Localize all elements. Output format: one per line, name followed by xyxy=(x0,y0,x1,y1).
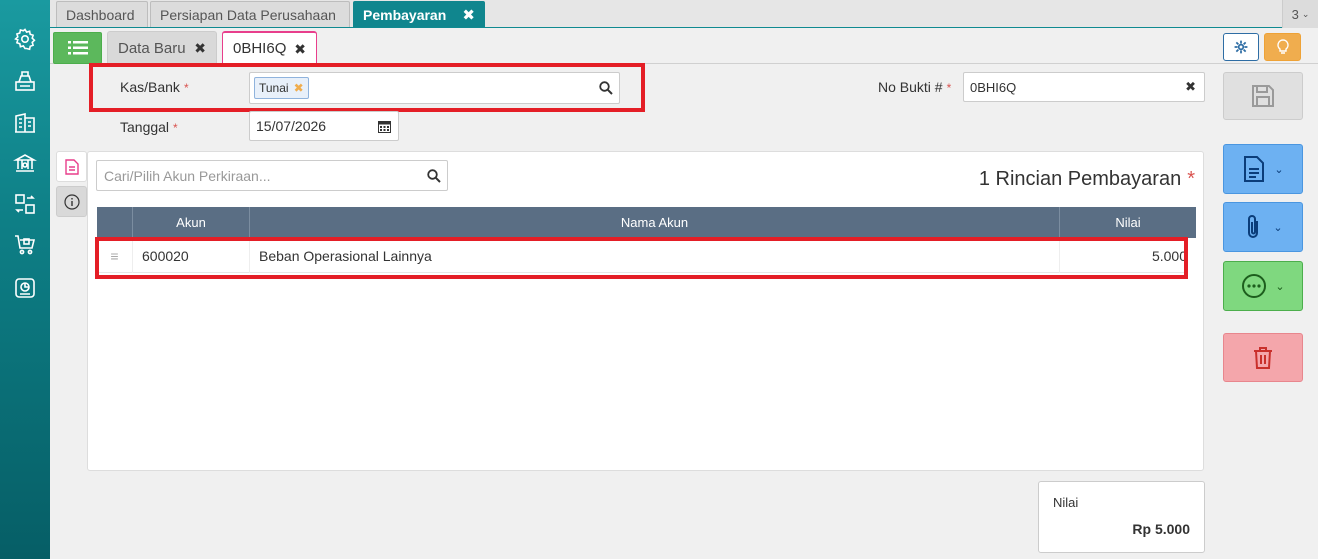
settings-icon[interactable] xyxy=(12,26,38,52)
required-mark: * xyxy=(946,81,952,95)
calendar-icon[interactable] xyxy=(378,120,391,133)
info-icon xyxy=(63,193,80,210)
bank-icon[interactable] xyxy=(12,150,38,176)
summary-value: Rp 5.000 xyxy=(1132,521,1190,537)
required-mark: * xyxy=(1187,168,1195,190)
chevron-down-icon: ⌄ xyxy=(1301,8,1310,19)
document-icon xyxy=(1244,156,1265,182)
tanggal-input[interactable]: 15/07/2026 xyxy=(249,111,399,141)
building-icon[interactable] xyxy=(12,110,38,136)
handle-column-header xyxy=(97,207,133,238)
cashier-icon[interactable] xyxy=(12,68,38,94)
sub-tab-bar: Data Baru ✖ 0BHI6Q ✖ xyxy=(50,28,1318,64)
chevron-down-icon: ⌄ xyxy=(1274,163,1284,176)
close-icon[interactable]: ✖ xyxy=(462,6,475,24)
paperclip-icon xyxy=(1248,215,1259,238)
main-content: Data Baru ✖ 0BHI6Q ✖ Kas/Bank * Tunai ✖ T… xyxy=(50,28,1318,559)
search-placeholder: Cari/Pilih Akun Perkiraan... xyxy=(104,167,271,184)
column-header-akun[interactable]: Akun xyxy=(133,207,250,238)
column-header-nilai[interactable]: Nilai xyxy=(1060,207,1196,238)
tab-counter-dropdown[interactable]: 3 ⌄ xyxy=(1282,0,1318,28)
tab-data-baru[interactable]: Data Baru ✖ xyxy=(107,31,217,64)
search-icon[interactable] xyxy=(427,169,441,183)
save-icon xyxy=(1252,85,1274,107)
list-icon xyxy=(67,41,88,55)
chevron-down-icon: ⌄ xyxy=(1275,280,1285,293)
detail-panel: Cari/Pilih Akun Perkiraan... 1 Rincian P… xyxy=(87,151,1204,471)
no-bukti-label: No Bukti # * xyxy=(878,79,951,95)
gear-icon xyxy=(1234,40,1248,54)
required-mark: * xyxy=(173,121,178,135)
list-view-button[interactable] xyxy=(53,32,102,64)
save-button[interactable] xyxy=(1223,72,1303,120)
more-menu-button[interactable]: ⌄ xyxy=(1223,261,1303,311)
lightbulb-icon xyxy=(1276,39,1289,54)
tab-label: Dashboard xyxy=(66,6,135,23)
date-value: 15/07/2026 xyxy=(256,118,327,134)
tab-persiapan-data[interactable]: Persiapan Data Perusahaan xyxy=(150,1,350,27)
document-icon xyxy=(64,158,79,175)
tab-pembayaran[interactable]: Pembayaran ✖ xyxy=(353,1,485,27)
cart-icon[interactable] xyxy=(12,232,38,258)
sidebar xyxy=(0,0,50,559)
table-header: Akun Nama Akun Nilai xyxy=(97,207,1196,238)
summary-box: Nilai Rp 5.000 xyxy=(1038,481,1205,553)
document-menu-button[interactable]: ⌄ xyxy=(1223,144,1303,194)
top-tab-bar: Dashboard Persiapan Data Perusahaan Pemb… xyxy=(50,0,1318,28)
tab-dashboard[interactable]: Dashboard xyxy=(56,1,148,27)
more-icon xyxy=(1242,274,1267,298)
detail-title: 1 Rincian Pembayaran * xyxy=(979,168,1195,191)
report-icon[interactable] xyxy=(12,275,38,301)
highlight-box xyxy=(89,63,645,112)
tab-0bhi6q[interactable]: 0BHI6Q ✖ xyxy=(222,31,317,64)
no-bukti-input[interactable]: 0BHI6Q ✖ xyxy=(963,72,1205,102)
trash-icon xyxy=(1254,346,1272,369)
tab-label: Persiapan Data Perusahaan xyxy=(160,6,336,23)
no-bukti-value: 0BHI6Q xyxy=(970,79,1017,95)
chevron-down-icon: ⌄ xyxy=(1273,221,1283,234)
label-text: No Bukti # xyxy=(878,79,943,95)
settings-button[interactable] xyxy=(1223,33,1259,61)
exchange-icon[interactable] xyxy=(12,191,38,217)
delete-button[interactable] xyxy=(1223,333,1303,382)
highlight-box xyxy=(95,237,1188,279)
account-search-input[interactable]: Cari/Pilih Akun Perkiraan... xyxy=(96,160,448,191)
close-icon[interactable]: ✖ xyxy=(294,41,306,58)
tips-button[interactable] xyxy=(1264,33,1301,61)
column-header-nama-akun[interactable]: Nama Akun xyxy=(250,207,1060,238)
tab-label: Data Baru xyxy=(118,39,186,57)
summary-label: Nilai xyxy=(1053,495,1079,510)
label-text: Tanggal xyxy=(120,119,170,135)
tanggal-label: Tanggal * xyxy=(120,119,178,135)
detail-tab[interactable] xyxy=(56,151,87,182)
clear-icon[interactable]: ✖ xyxy=(1185,79,1196,95)
info-tab[interactable] xyxy=(56,186,87,217)
close-icon[interactable]: ✖ xyxy=(194,40,206,57)
attachment-menu-button[interactable]: ⌄ xyxy=(1223,202,1303,252)
tab-label: 0BHI6Q xyxy=(233,40,287,57)
tab-label: Pembayaran xyxy=(363,6,447,23)
title-text: 1 Rincian Pembayaran xyxy=(978,168,1182,190)
tab-count: 3 xyxy=(1291,6,1299,22)
